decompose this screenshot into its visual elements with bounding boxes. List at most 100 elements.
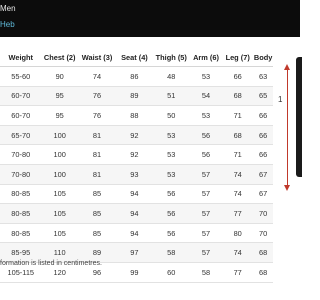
table-cell: 51 [152, 86, 190, 107]
table-cell: 58 [189, 262, 223, 283]
table-row: 55-60 90 74 86 48 53 66 63 [0, 66, 273, 87]
table-cell: 48 [152, 66, 190, 87]
table-cell: 54 [189, 86, 223, 107]
table-cell: 94 [116, 184, 153, 205]
table-cell: 81 [77, 164, 117, 185]
top-bar: Men Heb [0, 0, 300, 37]
table-cell: 60-70 [0, 86, 42, 107]
column-header: Arm (6) [189, 48, 223, 67]
table-cell: 95 [41, 105, 78, 126]
column-header: Weight [0, 48, 42, 67]
table-cell: 68 [253, 242, 273, 263]
table-cell: 53 [189, 66, 223, 87]
header-link[interactable]: Heb [0, 20, 15, 29]
table-cell: 94 [116, 223, 153, 244]
table-cell: 81 [77, 144, 117, 165]
arrow-down-icon [284, 185, 290, 191]
table-cell: 100 [41, 144, 78, 165]
table-row: 80-85 105 85 94 56 57 80 70 [0, 223, 273, 244]
table-cell: 71 [222, 105, 254, 126]
table-cell: 70 [253, 223, 273, 244]
table-cell: 74 [222, 242, 254, 263]
table-cell: 77 [222, 262, 254, 283]
table-cell: 68 [222, 125, 254, 146]
table-row: 80-85 105 85 94 56 57 74 67 [0, 184, 273, 205]
table-cell: 56 [152, 184, 190, 205]
table-cell: 74 [222, 164, 254, 185]
table-cell: 100 [41, 125, 78, 146]
measurement-arrow [287, 69, 288, 187]
table-cell: 89 [116, 86, 153, 107]
table-cell: 53 [152, 125, 190, 146]
table-cell: 80-85 [0, 184, 42, 205]
table-cell: 53 [152, 164, 190, 185]
table-cell: 71 [222, 144, 254, 165]
table-cell: 53 [152, 144, 190, 165]
table-cell: 100 [41, 164, 78, 185]
table-cell: 97 [116, 242, 153, 263]
table-cell: 95 [41, 86, 78, 107]
table-cell: 74 [77, 66, 117, 87]
table-row: 60-70 95 76 88 50 53 71 66 [0, 105, 273, 126]
table-cell: 57 [189, 242, 223, 263]
table-cell: 66 [222, 66, 254, 87]
table-cell: 105 [41, 223, 78, 244]
breadcrumb-men[interactable]: Men [0, 4, 16, 13]
table-body: 55-60 90 74 86 48 53 66 63 60-70 95 76 89 51 54 68 65 60… [0, 66, 273, 283]
size-chart-table: Weight Chest (2) Waist (3) Seat (4) Thigh (5… [0, 48, 273, 283]
column-header: Body [253, 48, 273, 67]
table-cell: 70-80 [0, 144, 42, 165]
table-cell: 85 [77, 203, 117, 224]
table-cell: 56 [189, 144, 223, 165]
table-cell: 93 [116, 164, 153, 185]
table-cell: 80-85 [0, 223, 42, 244]
table-cell: 60 [152, 262, 190, 283]
column-header: Thigh (5) [152, 48, 190, 67]
table-cell: 81 [77, 125, 117, 146]
table-cell: 80 [222, 223, 254, 244]
table-cell: 76 [77, 105, 117, 126]
table-cell: 57 [189, 184, 223, 205]
table-cell: 66 [253, 144, 273, 165]
table-cell: 58 [152, 242, 190, 263]
table-cell: 77 [222, 203, 254, 224]
table-cell: 86 [116, 66, 153, 87]
table-cell: 67 [253, 164, 273, 185]
table-cell: 65 [253, 86, 273, 107]
table-cell: 90 [41, 66, 78, 87]
table-cell: 57 [189, 223, 223, 244]
table-row: 65-70 100 81 92 53 56 68 66 [0, 125, 273, 146]
table-cell: 56 [189, 125, 223, 146]
table-cell: 68 [253, 262, 273, 283]
table-cell: 105 [41, 184, 78, 205]
table-cell: 99 [116, 262, 153, 283]
table-row: 80-85 105 85 94 56 57 77 70 [0, 203, 273, 224]
table-cell: 105 [41, 203, 78, 224]
table-cell: 70-80 [0, 164, 42, 185]
table-cell: 50 [152, 105, 190, 126]
table-cell: 92 [116, 144, 153, 165]
table-cell: 88 [116, 105, 153, 126]
table-row: 60-70 95 76 89 51 54 68 65 [0, 86, 273, 107]
table-cell: 57 [189, 164, 223, 185]
table-header-row: Weight Chest (2) Waist (3) Seat (4) Thigh (5… [0, 48, 273, 67]
table-row: 70-80 100 81 93 53 57 74 67 [0, 164, 273, 185]
table-cell: 66 [253, 105, 273, 126]
column-header: Leg (7) [222, 48, 254, 67]
measurement-number: 1 [278, 95, 283, 104]
table-cell: 60-70 [0, 105, 42, 126]
measurement-figure: 1 [275, 37, 302, 300]
table-cell: 56 [152, 223, 190, 244]
table-cell: 65-70 [0, 125, 42, 146]
column-header: Seat (4) [116, 48, 153, 67]
table-row: 70-80 100 81 92 53 56 71 66 [0, 144, 273, 165]
table-cell: 94 [116, 203, 153, 224]
column-header: Chest (2) [41, 48, 78, 67]
table-cell: 55-60 [0, 66, 42, 87]
table-cell: 85 [77, 184, 117, 205]
table-cell: 68 [222, 86, 254, 107]
table-cell: 67 [253, 184, 273, 205]
units-note: formation is listed in centimetres. [0, 260, 102, 267]
table-cell: 85 [77, 223, 117, 244]
table-cell: 63 [253, 66, 273, 87]
